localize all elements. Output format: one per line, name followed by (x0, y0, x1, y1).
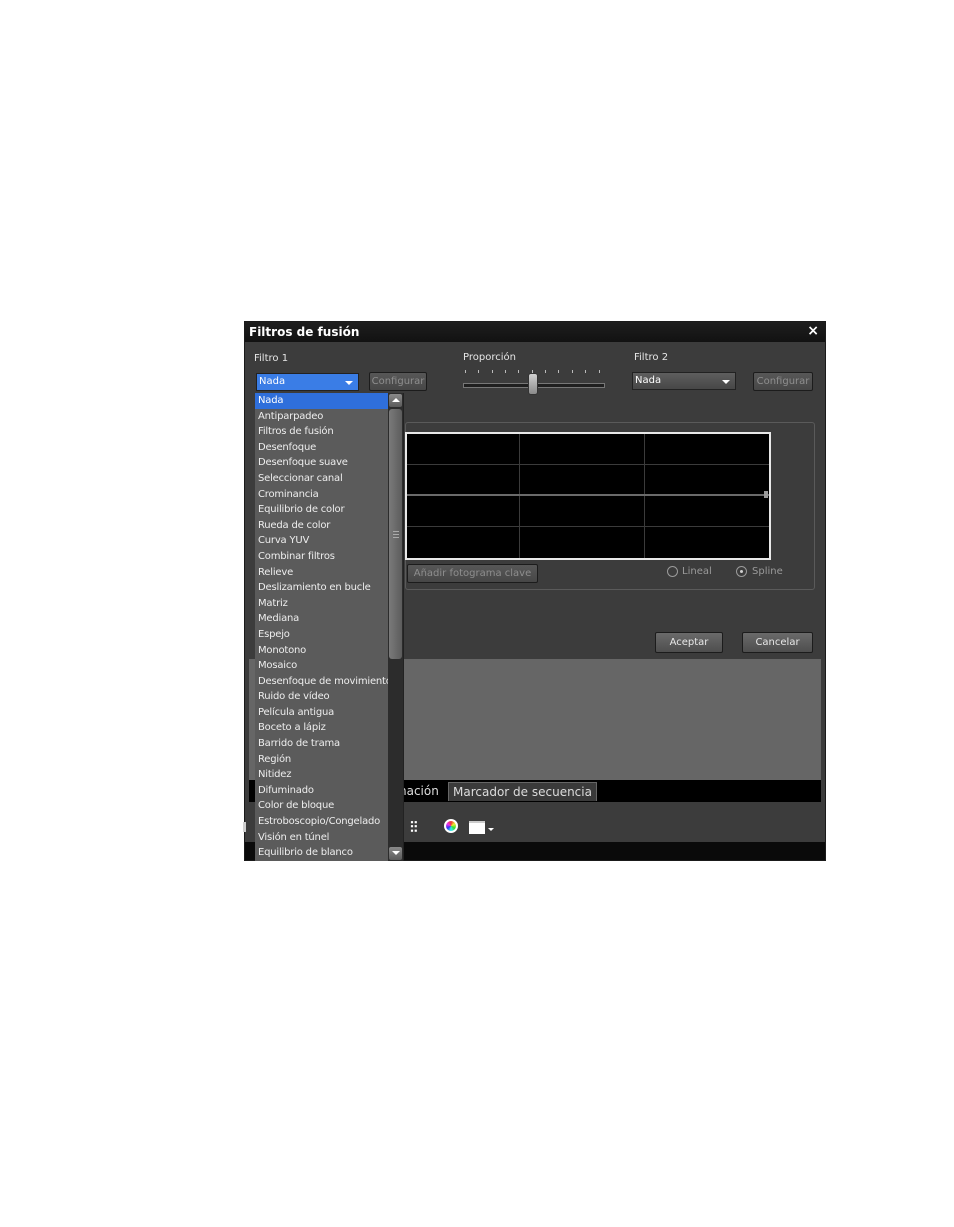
dropdown-item[interactable]: Visión en túnel (255, 830, 403, 846)
dropdown-item[interactable]: Región (255, 752, 403, 768)
dropdown-item[interactable]: Matriz (255, 596, 403, 612)
scroll-thumb[interactable] (389, 409, 402, 659)
dialog-title: Filtros de fusión (249, 325, 360, 339)
dropdown-item[interactable]: Nada (255, 393, 403, 409)
ok-button[interactable]: Aceptar (655, 632, 723, 653)
dropdown-item[interactable]: Crominancia (255, 487, 403, 503)
chevron-up-icon (392, 398, 400, 402)
dropdown-item[interactable]: Rueda de color (255, 518, 403, 534)
chevron-down-icon (345, 381, 353, 385)
filter2-label: Filtro 2 (634, 352, 669, 363)
dropdown-item[interactable]: Mediana (255, 611, 403, 627)
mixer-icon[interactable]: ⫶⫶ (410, 818, 418, 836)
ratio-label: Proporción (463, 352, 516, 363)
dropdown-item[interactable]: Nitidez (255, 767, 403, 783)
ratio-slider-thumb[interactable] (528, 373, 538, 395)
filter1-value: Nada (259, 376, 286, 387)
dropdown-item[interactable]: Película antigua (255, 705, 403, 721)
dropdown-item[interactable]: Filtros de fusión (255, 424, 403, 440)
keyframe-handle[interactable] (764, 491, 768, 498)
dropdown-item[interactable]: Ruido de vídeo (255, 689, 403, 705)
filter2-select[interactable]: Nada (632, 372, 736, 390)
dropdown-item[interactable]: Deslizamiento en bucle (255, 580, 403, 596)
chevron-down-icon (392, 851, 400, 855)
chevron-down-icon[interactable] (488, 828, 494, 831)
dropdown-item[interactable]: Desenfoque (255, 440, 403, 456)
spline-radio[interactable] (736, 566, 747, 577)
dropdown-item[interactable]: Curva YUV (255, 533, 403, 549)
scroll-up-button[interactable] (389, 394, 402, 407)
dropdown-item[interactable]: Difuminado (255, 783, 403, 799)
window-layout-icon[interactable] (469, 821, 485, 834)
dropdown-item[interactable]: Desenfoque suave (255, 455, 403, 471)
dropdown-item[interactable]: Mosaico (255, 658, 403, 674)
dialog-titlebar[interactable]: Filtros de fusión × (245, 322, 825, 342)
dropdown-item[interactable]: Boceto a lápiz (255, 720, 403, 736)
dropdown-item[interactable]: Seleccionar canal (255, 471, 403, 487)
filter1-select[interactable]: Nada (256, 373, 359, 391)
filter1-configure-button[interactable]: Configurar (369, 372, 427, 391)
edge-handle (243, 822, 246, 832)
chevron-down-icon (722, 380, 730, 384)
dropdown-item[interactable]: Equilibrio de color (255, 502, 403, 518)
dropdown-item[interactable]: Combinar filtros (255, 549, 403, 565)
cancel-button[interactable]: Cancelar (742, 632, 813, 653)
dropdown-item[interactable]: Espejo (255, 627, 403, 643)
color-wheel-icon[interactable] (444, 819, 458, 833)
filter1-dropdown-list[interactable]: Nada Antiparpadeo Filtros de fusión Desenfo… (255, 393, 404, 861)
dropdown-item[interactable]: Antiparpadeo (255, 409, 403, 425)
filter2-configure-button[interactable]: Configurar (753, 372, 813, 391)
linear-radio[interactable] (667, 566, 678, 577)
add-keyframe-button[interactable]: Añadir fotograma clave (407, 564, 538, 583)
dropdown-item[interactable]: Estroboscopio/Congelado (255, 814, 403, 830)
dropdown-item[interactable]: Barrido de trama (255, 736, 403, 752)
filter2-value: Nada (635, 375, 662, 386)
scroll-down-button[interactable] (389, 847, 402, 860)
dropdown-item[interactable]: Equilibrio de blanco (255, 845, 403, 861)
tab-sequence-marker[interactable]: Marcador de secuencia (448, 782, 597, 801)
dropdown-item[interactable]: Desenfoque de movimiento (255, 674, 403, 690)
close-icon[interactable]: × (807, 323, 819, 339)
dropdown-item[interactable]: Color de bloque (255, 798, 403, 814)
dropdown-scrollbar[interactable] (388, 393, 403, 861)
dropdown-item[interactable]: Monotono (255, 643, 403, 659)
keyframe-graph[interactable] (405, 432, 771, 560)
spline-radio-label: Spline (752, 566, 783, 577)
linear-radio-label: Lineal (682, 566, 712, 577)
dropdown-item[interactable]: Relieve (255, 565, 403, 581)
filter1-label: Filtro 1 (254, 353, 289, 364)
